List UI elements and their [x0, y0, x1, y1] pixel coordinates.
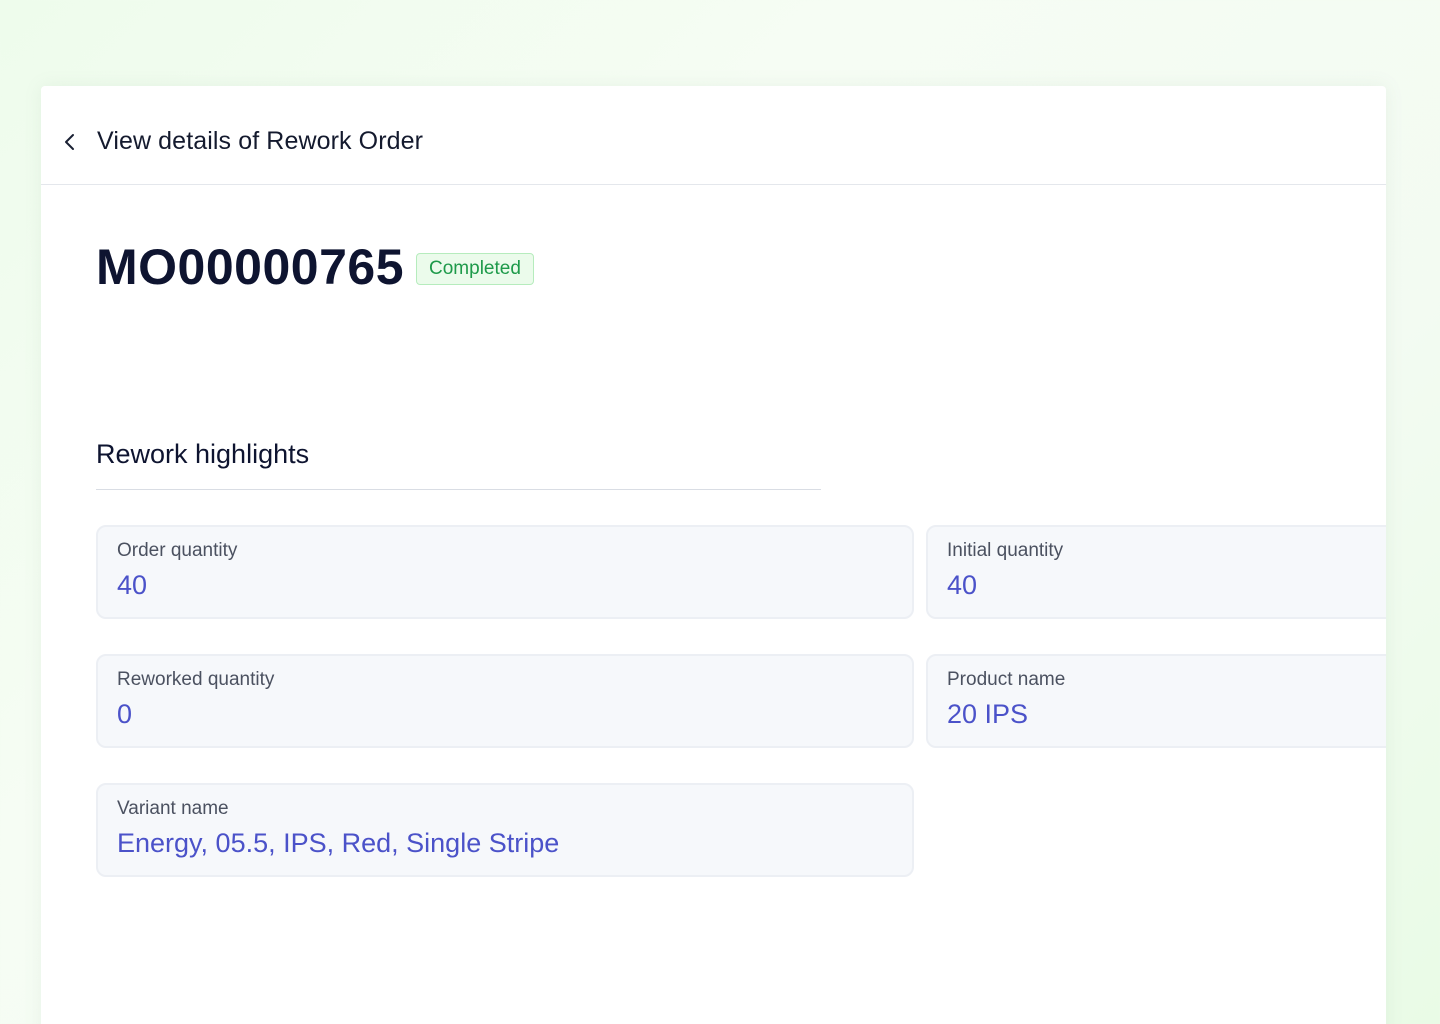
status-badge: Completed	[416, 253, 534, 285]
details-panel: View details of Rework Order MO00000765 …	[41, 86, 1386, 1024]
page-title: View details of Rework Order	[97, 126, 424, 155]
card-variant-name: Variant name Energy, 05.5, IPS, Red, Sin…	[96, 783, 914, 877]
card-value: 40	[117, 570, 148, 600]
section-divider	[96, 489, 821, 490]
chevron-left-icon	[65, 134, 74, 150]
card-order-quantity: Order quantity 40	[96, 525, 914, 619]
section-title-rework-highlights: Rework highlights	[96, 439, 310, 469]
card-label: Initial quantity	[947, 540, 1064, 561]
card-label: Variant name	[117, 798, 229, 819]
card-product-name: Product name 20 IPS	[926, 654, 1386, 748]
card-value: 0	[117, 699, 133, 729]
card-value: Energy, 05.5, IPS, Red, Single Stripe	[117, 828, 560, 858]
card-label: Reworked quantity	[117, 669, 275, 690]
card-value: 20 IPS	[947, 699, 1029, 729]
card-initial-quantity: Initial quantity 40	[926, 525, 1386, 619]
card-label: Product name	[947, 669, 1066, 690]
page-header: View details of Rework Order	[41, 86, 1386, 185]
card-reworked-quantity: Reworked quantity 0	[96, 654, 914, 748]
card-label: Order quantity	[117, 540, 238, 561]
card-value: 40	[947, 570, 978, 600]
back-button[interactable]	[59, 131, 81, 153]
order-id: MO00000765	[96, 239, 405, 295]
order-heading: MO00000765 Completed	[96, 238, 534, 296]
